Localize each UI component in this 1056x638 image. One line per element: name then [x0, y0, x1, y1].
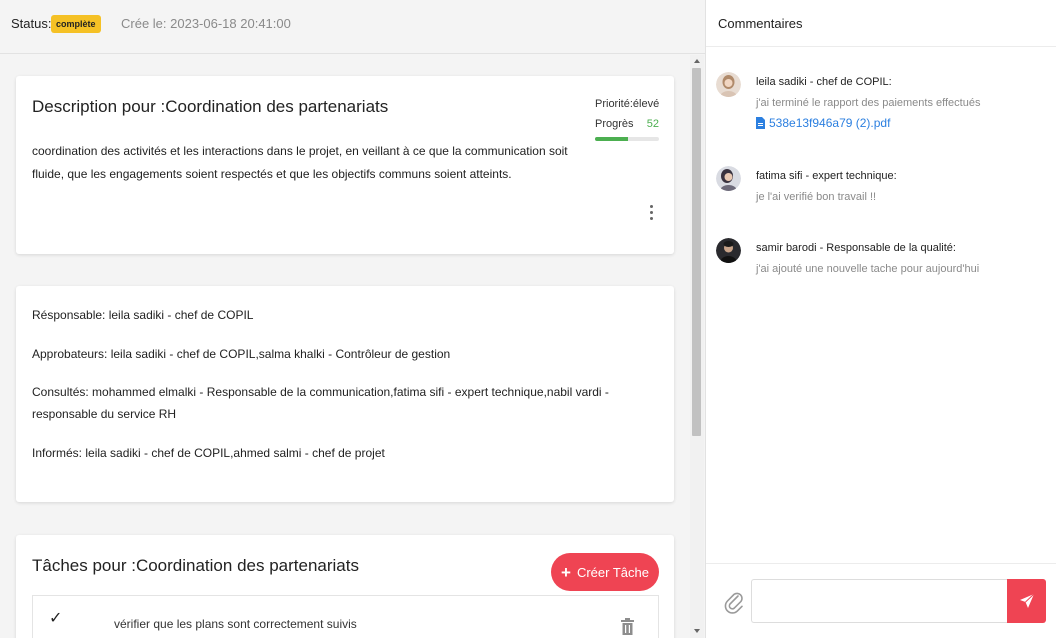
description-title: Description pour :Coordination des parte… — [32, 97, 389, 116]
comments-panel: Commentaires leila sadiki - chef de COPI… — [705, 0, 1056, 638]
paperclip-icon[interactable] — [724, 590, 744, 614]
trash-icon[interactable] — [621, 618, 634, 635]
divider — [706, 46, 1056, 47]
content-scroll-area[interactable]: Description pour :Coordination des parte… — [0, 55, 705, 638]
task-detail-panel: Status: complète Crée le: 2023-06-18 20:… — [0, 0, 705, 638]
tasks-title: Tâches pour :Coordination des partenaria… — [32, 556, 359, 575]
responsable-line: Résponsable: leila sadiki - chef de COPI… — [32, 308, 254, 322]
checkmark-icon[interactable]: ✓ — [49, 608, 62, 628]
progress-value: 52 — [646, 118, 659, 130]
comment-input[interactable] — [751, 579, 1007, 623]
comments-title: Commentaires — [718, 16, 803, 31]
comment-text: je l'ai verifié bon travail !! — [756, 191, 877, 203]
comment-author: fatima sifi - expert technique: — [756, 170, 897, 182]
status-badge: complète — [51, 15, 101, 33]
plus-icon: + — [561, 562, 571, 582]
status-label: Status: — [11, 16, 52, 31]
task-list: ✓ vérifier que les plans sont correcteme… — [32, 595, 659, 638]
scrollbar-thumb[interactable] — [692, 68, 701, 436]
comment-text: j'ai ajouté une nouvelle tache pour aujo… — [756, 263, 980, 275]
tasks-card: Tâches pour :Coordination des partenaria… — [16, 535, 674, 638]
progress-label: Progrès — [595, 118, 634, 130]
description-text: coordination des activités et les intera… — [32, 144, 568, 181]
avatar — [716, 166, 741, 191]
informes-line: Informés: leila sadiki - chef de COPIL,a… — [32, 446, 385, 460]
vertical-scrollbar[interactable] — [690, 55, 704, 638]
scroll-down-arrow-icon[interactable] — [694, 629, 700, 633]
status-bar: Status: complète Crée le: 2023-06-18 20:… — [0, 0, 705, 54]
created-date: Crée le: 2023-06-18 20:41:00 — [121, 16, 291, 31]
task-text: vérifier que les plans sont correctement… — [114, 617, 357, 631]
comment-author: leila sadiki - chef de COPIL: — [756, 76, 892, 88]
create-task-label: Créer Tâche — [576, 564, 649, 580]
priority-label: Priorité:élevé — [595, 98, 660, 110]
roles-card: Résponsable: leila sadiki - chef de COPI… — [16, 286, 674, 502]
comment-author: samir barodi - Responsable de la qualité… — [756, 242, 956, 254]
description-card: Description pour :Coordination des parte… — [16, 76, 674, 254]
consultes-line: Consultés: mohammed elmalki - Responsabl… — [32, 385, 609, 421]
send-button[interactable] — [1007, 579, 1046, 623]
attachment-name[interactable]: 538e13f946a79 (2).pdf — [769, 116, 890, 130]
comment-text: j'ai terminé le rapport des paiements ef… — [756, 97, 981, 109]
create-task-button[interactable]: + Créer Tâche — [551, 553, 659, 591]
divider — [706, 563, 1056, 564]
pdf-file-icon — [756, 117, 765, 129]
kebab-vertical-icon[interactable] — [648, 205, 654, 220]
progress-row: Progrès 52 — [595, 118, 659, 130]
avatar — [716, 72, 741, 97]
attachment-link[interactable]: 538e13f946a79 (2).pdf — [756, 116, 890, 130]
task-row[interactable]: ✓ vérifier que les plans sont correcteme… — [33, 596, 658, 638]
task-meta: Priorité:élevé Progrès 52 — [595, 98, 659, 141]
avatar — [716, 238, 741, 263]
progress-bar — [595, 137, 659, 141]
send-icon — [1019, 593, 1034, 608]
scroll-up-arrow-icon[interactable] — [694, 59, 700, 63]
approbateurs-line: Approbateurs: leila sadiki - chef de COP… — [32, 347, 451, 361]
